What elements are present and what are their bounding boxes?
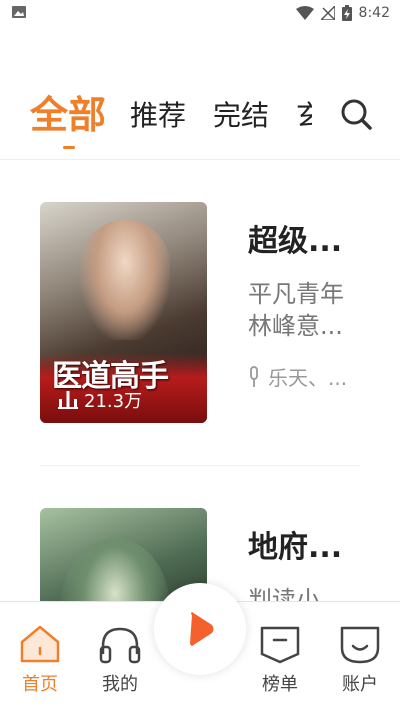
book-title: 地府... [248, 530, 343, 565]
book-cover[interactable]: 医道高手 21.3万 [40, 202, 207, 423]
listen-count: 21.3万 [58, 387, 142, 413]
tab-completed[interactable]: 完结 [213, 94, 269, 134]
book-card[interactable]: 医道高手 21.3万 超级... 平凡青年林峰意... 乐天、... [40, 202, 362, 432]
player-button[interactable] [154, 583, 246, 675]
book-info: 超级... 平凡青年林峰意... 乐天、... [248, 202, 363, 391]
gallery-notification-icon [12, 6, 26, 18]
listen-count-value: 21.3万 [84, 391, 143, 412]
status-icons: 8:42 [295, 3, 390, 23]
nav-home-label: 首页 [22, 674, 58, 695]
list-divider [40, 465, 360, 466]
microphone-icon [250, 365, 258, 387]
narrator-name: 乐天、... [268, 366, 348, 390]
wifi-icon [295, 6, 314, 20]
category-tabs: 全部 推荐 完结 玄 [0, 80, 400, 160]
battery-charging-icon [341, 5, 352, 21]
tab-all[interactable]: 全部 [30, 84, 106, 139]
book-description: 平凡青年林峰意... [248, 280, 344, 340]
headphones-icon [99, 627, 141, 664]
account-icon [340, 626, 380, 664]
tab-recommended[interactable]: 推荐 [130, 94, 186, 134]
status-bar: 8:42 [0, 0, 400, 26]
nav-account[interactable]: 账户 [330, 624, 390, 696]
clock: 8:42 [358, 5, 390, 21]
book-narrator: 乐天、... [248, 362, 363, 391]
nav-mine-label: 我的 [102, 674, 138, 695]
search-icon[interactable] [336, 94, 376, 134]
nav-home[interactable]: 首页 [10, 624, 70, 696]
cover-illustration [80, 220, 170, 340]
nav-rank-label: 榜单 [262, 674, 298, 695]
play-icon [190, 612, 214, 646]
nav-rank[interactable]: 榜单 [250, 624, 310, 696]
book-title: 超级... [248, 224, 343, 259]
ranking-icon [260, 626, 300, 664]
no-signal-icon [320, 6, 335, 20]
tab-indicator [63, 146, 75, 149]
nav-account-label: 账户 [342, 674, 378, 695]
tab-fantasy[interactable]: 玄 [296, 94, 312, 134]
nav-mine[interactable]: 我的 [90, 624, 150, 696]
home-icon [20, 625, 60, 663]
play-count-icon [58, 391, 78, 409]
